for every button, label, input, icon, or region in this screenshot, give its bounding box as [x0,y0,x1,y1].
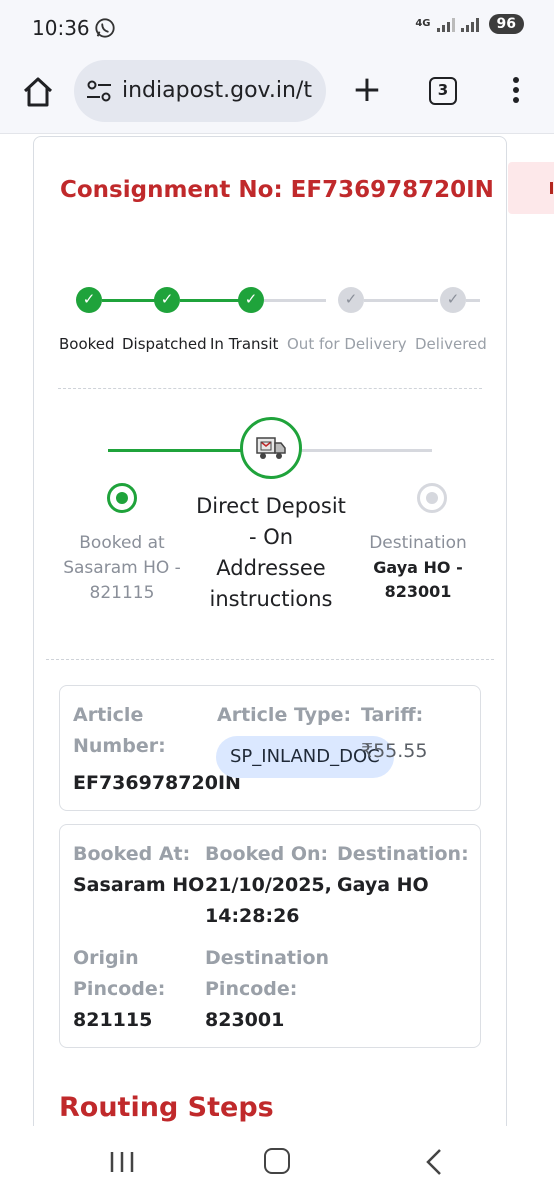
recent-apps-icon[interactable] [108,1150,136,1174]
destination-label: Destination: [337,843,469,865]
signal-icon-2 [460,16,479,32]
origin-pincode-label: Origin Pincode: [73,943,165,1005]
divider [58,388,482,389]
destination-pincode-label: Destination Pincode: [205,943,329,1005]
status-bar: 10:36 4G 96 [0,0,554,56]
home-nav-icon[interactable] [264,1148,290,1174]
journey-current-status: Direct Deposit - On Addressee instructio… [188,491,354,615]
page-content: Consignment No: EF736978720IN ✓ ✓ ✓ ✓ ✓ … [0,134,554,1126]
step-check-icon: ✓ [338,287,364,313]
new-tab-icon[interactable]: + [348,72,386,110]
label-line: Article [73,704,144,726]
booked-on-date: 21/10/2025, [205,874,332,896]
browser-toolbar: indiapost.gov.in/t + 3 [0,56,554,134]
battery-indicator: 96 [488,14,524,34]
step-label-delivered: Delivered [415,335,487,353]
step-connector [264,299,326,302]
booked-on-time: 14:28:26 [205,905,300,927]
label-line: Destination [205,947,330,969]
booked-at-value: Sasaram HO [73,874,205,896]
consignment-title: Consignment No: EF736978720IN [60,177,494,203]
delivery-truck-icon [256,437,286,459]
journey-origin: Booked at Sasaram HO - 821115 [48,531,196,606]
status-line: Direct Deposit [196,494,346,518]
url-text[interactable]: indiapost.gov.in/t [122,78,322,103]
booked-at-label: Booked At: [73,843,191,865]
step-connector [364,299,438,302]
step-connector [102,299,156,302]
status-indicators: 4G 96 [415,14,524,34]
journey-destination: Destination Gaya HO - 823001 [356,531,480,604]
step-label-in-transit: In Transit [210,335,279,353]
tariff-label: Tariff: [361,704,424,726]
origin-radio-icon [107,483,137,513]
destination-pincode-value: 823001 [205,1009,285,1031]
tab-switcher-button[interactable]: 3 [429,77,457,105]
tracking-stepper: ✓ ✓ ✓ ✓ ✓ Booked Dispatched In Transit O… [34,287,508,357]
system-navigation-bar [0,1126,554,1200]
label-line: Number: [73,735,166,757]
article-type-label: Article Type: [217,704,352,726]
article-number-value: EF736978720IN [73,772,241,794]
booking-info-box: Booked At: Sasaram HO Booked On: 21/10/2… [59,824,481,1048]
step-label-booked: Booked [59,335,115,353]
divider [46,659,494,660]
address-bar[interactable]: indiapost.gov.in/t [74,60,326,122]
journey-progress-line [108,449,244,452]
step-check-icon: ✓ [154,287,180,313]
routing-steps-heading: Routing Steps [59,1092,274,1123]
in-transit-truck-badge [240,417,302,479]
article-info-box: Article Number: EF736978720IN Article Ty… [59,685,481,811]
step-label-out-for-delivery: Out for Delivery [287,335,407,353]
status-line: instructions [209,587,333,611]
site-settings-icon[interactable] [86,80,112,102]
home-icon[interactable] [20,74,56,110]
destination-office: Gaya HO - [373,558,463,577]
step-label-dispatched: Dispatched [122,335,207,353]
journey-remaining-line [300,449,432,452]
label-line: Pincode: [73,978,166,1000]
back-icon[interactable] [422,1148,446,1176]
whatsapp-icon [95,18,115,38]
step-check-icon: ✓ [76,287,102,313]
more-menu-icon[interactable] [506,74,526,110]
destination-label: Destination [369,533,467,553]
step-connector [466,299,480,302]
status-time: 10:36 [32,16,90,40]
destination-pincode: 823001 [384,582,452,601]
side-panel-edge [508,162,554,214]
step-check-icon: ✓ [238,287,264,313]
tariff-value: ₹55.55 [361,740,428,762]
origin-pincode-value: 821115 [73,1009,153,1031]
origin-label: Booked at [79,533,165,553]
origin-office: Sasaram HO - [63,558,181,578]
status-line: Addressee [216,556,326,580]
network-type: 4G [415,18,431,29]
step-connector [180,299,240,302]
status-line: - On [248,525,294,549]
origin-pincode: 821115 [89,583,155,603]
destination-value: Gaya HO [337,874,429,896]
article-number-label: Article Number: [73,700,166,762]
label-line: Origin [73,947,139,969]
destination-radio-icon [417,483,447,513]
booked-on-label: Booked On: [205,843,329,865]
signal-icon [436,16,455,32]
label-line: Pincode: [205,978,298,1000]
side-panel-mark [550,182,553,194]
step-check-icon: ✓ [440,287,466,313]
